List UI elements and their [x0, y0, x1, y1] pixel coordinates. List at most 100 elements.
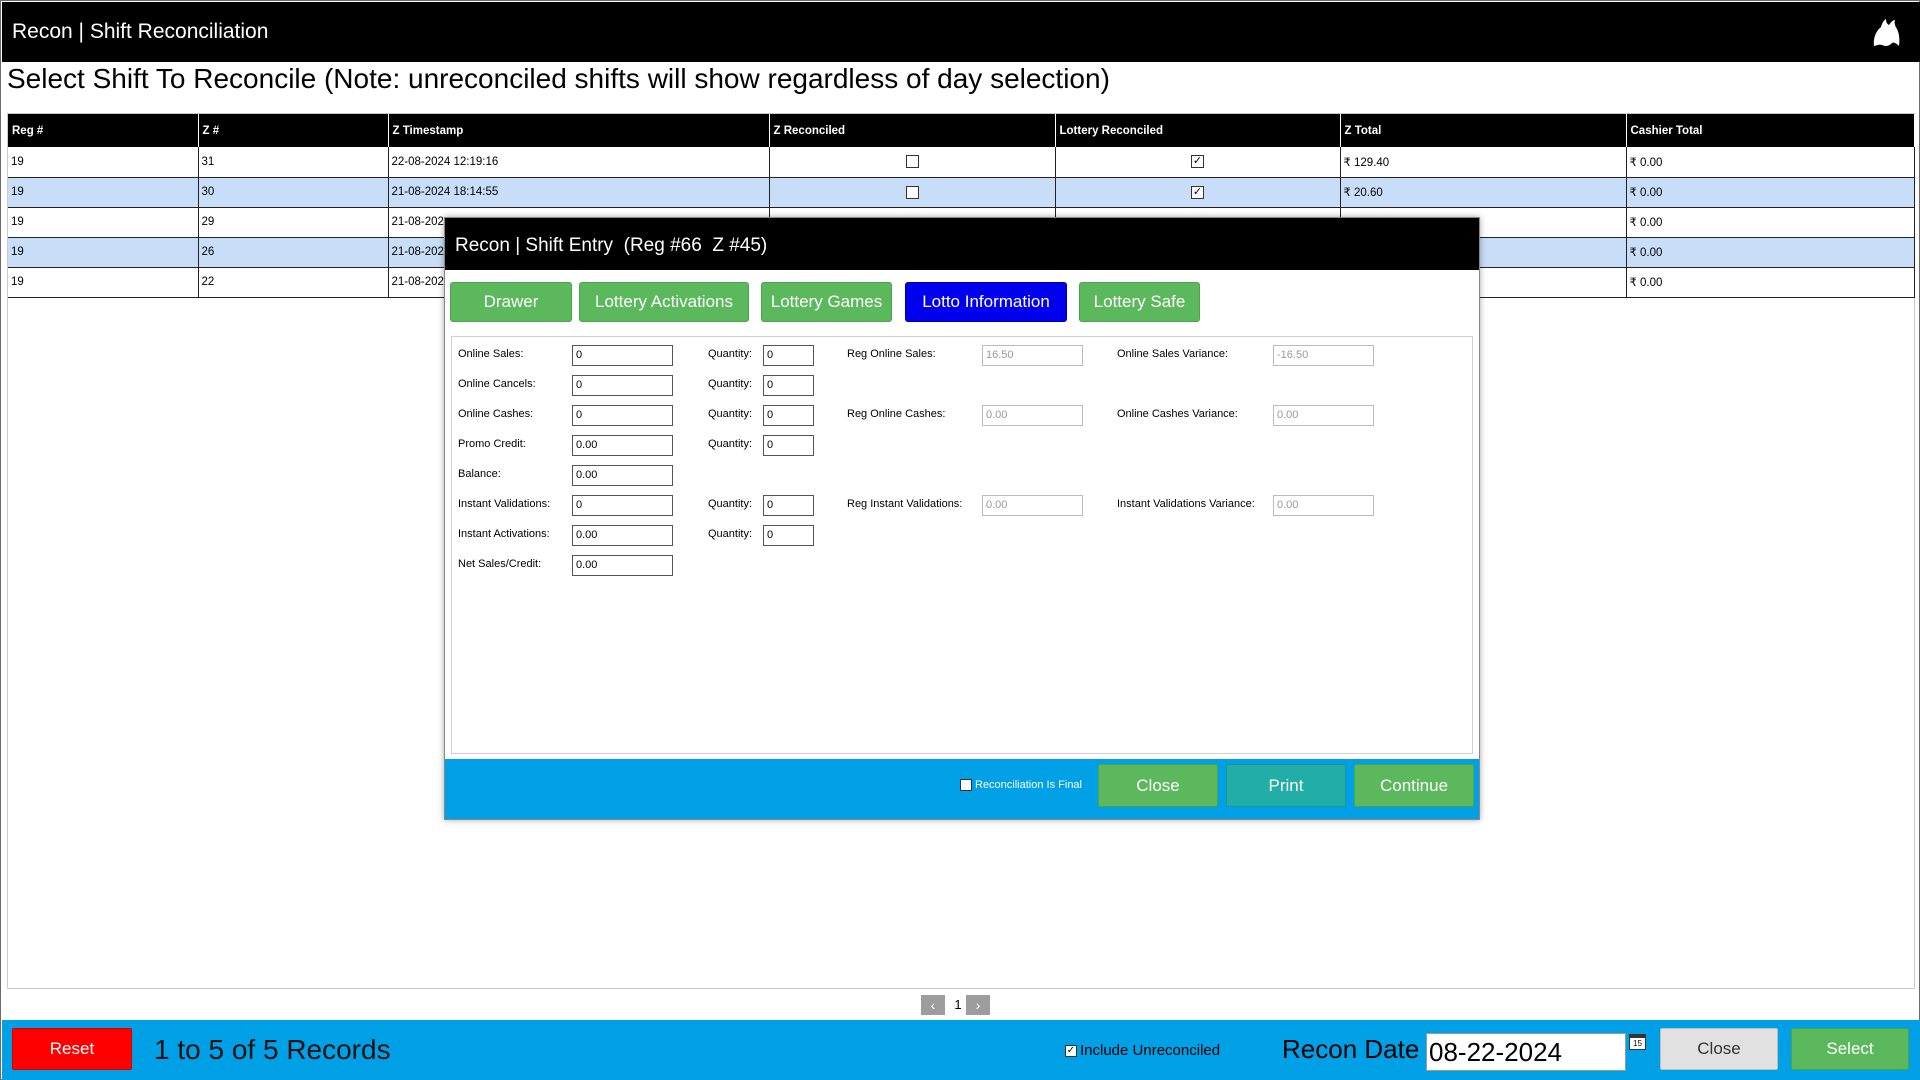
cell-z-total: ₹ 20.60: [1340, 177, 1627, 208]
window-title: Recon | Shift Reconciliation: [12, 20, 269, 43]
cell-reg: 19: [8, 177, 199, 208]
calendar-icon[interactable]: 15: [1629, 1034, 1646, 1050]
cell-z: 31: [198, 147, 389, 178]
next-page-button[interactable]: ›: [966, 995, 990, 1015]
shift-entry-dialog: Recon | Shift Entry (Reg #66 Z #45) Draw…: [444, 217, 1480, 820]
z-reconciled-checkbox[interactable]: [905, 155, 919, 169]
recon-date-label: Recon Date :: [1282, 1034, 1434, 1064]
include-unreconciled-toggle[interactable]: ✓ Include Unreconciled: [1065, 1042, 1220, 1059]
app-window: Recon | Shift Reconciliation Select Shif…: [0, 0, 1920, 1080]
quantity-label: Quantity:: [708, 378, 753, 390]
reg-instant-validations-label: Reg Instant Validations:: [847, 498, 963, 510]
online-sales-label: Online Sales:: [458, 348, 524, 360]
z-reconciled-checkbox[interactable]: [905, 185, 919, 199]
reconciliation-final-checkbox[interactable]: [960, 779, 972, 792]
page-heading: Select Shift To Reconcile (Note: unrecon…: [7, 63, 1110, 94]
cell-z: 30: [198, 177, 389, 208]
page-number[interactable]: 1: [951, 997, 965, 1012]
instant-validations-variance-label: Instant Validations Variance:: [1117, 498, 1255, 510]
reg-online-sales-label: Reg Online Sales:: [847, 348, 936, 360]
online-cashes-variance-field: 0.00: [1273, 405, 1374, 426]
tab-lottery-safe[interactable]: Lottery Safe: [1079, 282, 1200, 322]
promo-credit-input[interactable]: 0.00: [572, 435, 673, 456]
dialog-footer: Reconciliation Is Final Close Print Cont…: [445, 759, 1479, 819]
recon-date-input[interactable]: 08-22-2024: [1426, 1033, 1626, 1071]
records-count: 1 to 5 of 5 Records: [154, 1034, 391, 1065]
reg-online-cashes-field: 0.00: [982, 405, 1083, 426]
instant-validations-quantity-input[interactable]: 0: [763, 495, 814, 516]
cell-reg: 19: [8, 267, 199, 298]
column-header[interactable]: Z Total: [1340, 114, 1627, 147]
app-logo-icon: [1873, 19, 1900, 46]
column-header[interactable]: Z #: [198, 114, 389, 147]
title-bar: Recon | Shift Reconciliation: [2, 2, 1920, 62]
calendar-day: 15: [1633, 1039, 1642, 1048]
grid-header-row: Reg # Z # Z Timestamp Z Reconciled Lotte…: [8, 114, 1915, 147]
column-header[interactable]: Z Timestamp: [388, 114, 770, 147]
tab-lottery-activations[interactable]: Lottery Activations: [579, 282, 749, 322]
bottom-bar: Reset 1 to 5 of 5 Records ✓ Include Unrec…: [2, 1020, 1920, 1080]
net-sales-credit-input[interactable]: 0.00: [572, 555, 673, 576]
cell-timestamp: 22-08-2024 12:19:16: [388, 147, 770, 178]
lottery-reconciled-checkbox[interactable]: ✓: [1191, 155, 1204, 169]
column-header[interactable]: Lottery Reconciled: [1055, 114, 1341, 147]
cell-cashier-total: ₹ 0.00: [1626, 207, 1915, 238]
cell-z-total: ₹ 129.40: [1340, 147, 1627, 178]
continue-button[interactable]: Continue: [1354, 764, 1474, 807]
column-header[interactable]: Cashier Total: [1626, 114, 1915, 147]
quantity-label: Quantity:: [708, 348, 753, 360]
dialog-close-button[interactable]: Close: [1098, 764, 1218, 807]
instant-validations-variance-field: 0.00: [1273, 495, 1374, 516]
reconciliation-final-label: Reconciliation Is Final: [975, 779, 1082, 791]
tab-lotto-information[interactable]: Lotto Information: [905, 282, 1067, 322]
instant-validations-input[interactable]: 0: [572, 495, 673, 516]
dialog-title: Recon | Shift Entry (Reg #66 Z #45): [455, 235, 768, 256]
promo-credit-label: Promo Credit:: [458, 438, 526, 450]
online-cancels-label: Online Cancels:: [458, 378, 536, 390]
net-sales-credit-label: Net Sales/Credit:: [458, 558, 542, 570]
close-button[interactable]: Close: [1660, 1028, 1778, 1070]
online-cashes-quantity-input[interactable]: 0: [763, 405, 814, 426]
online-sales-quantity-input[interactable]: 0: [763, 345, 814, 366]
column-header[interactable]: Reg #: [8, 114, 199, 147]
cell-reg: 19: [8, 147, 199, 178]
reconciliation-final-toggle[interactable]: Reconciliation Is Final: [960, 779, 1082, 792]
quantity-label: Quantity:: [708, 438, 753, 450]
table-row[interactable]: 19 30 21-08-2024 18:14:55 ✓ ₹ 20.60 ₹ 0.…: [8, 177, 1915, 208]
instant-activations-input[interactable]: 0.00: [572, 525, 673, 546]
cell-cashier-total: ₹ 0.00: [1626, 237, 1915, 268]
tab-lottery-games[interactable]: Lottery Games: [761, 282, 892, 322]
cell-cashier-total: ₹ 0.00: [1626, 147, 1915, 178]
instant-activations-quantity-input[interactable]: 0: [763, 525, 814, 546]
reg-online-sales-field: 16.50: [982, 345, 1083, 366]
online-cashes-input[interactable]: 0: [572, 405, 673, 426]
prev-page-button[interactable]: ‹: [921, 995, 945, 1015]
reg-instant-validations-field: 0.00: [982, 495, 1083, 516]
cell-cashier-total: ₹ 0.00: [1626, 267, 1915, 298]
promo-credit-quantity-input[interactable]: 0: [763, 435, 814, 456]
online-cancels-quantity-input[interactable]: 0: [763, 375, 814, 396]
quantity-label: Quantity:: [708, 528, 753, 540]
include-unreconciled-checkbox[interactable]: ✓: [1065, 1045, 1077, 1058]
cell-cashier-total: ₹ 0.00: [1626, 177, 1915, 208]
table-row[interactable]: 19 31 22-08-2024 12:19:16 ✓ ₹ 129.40 ₹ 0…: [8, 147, 1915, 178]
print-button[interactable]: Print: [1226, 764, 1346, 807]
online-sales-variance-label: Online Sales Variance:: [1117, 348, 1229, 360]
tab-drawer[interactable]: Drawer: [450, 282, 572, 322]
cell-z: 29: [198, 207, 389, 238]
cell-reg: 19: [8, 207, 199, 238]
instant-validations-label: Instant Validations:: [458, 498, 551, 510]
include-unreconciled-label: Include Unreconciled: [1080, 1042, 1221, 1059]
online-cancels-input[interactable]: 0: [572, 375, 673, 396]
reset-button[interactable]: Reset: [12, 1028, 132, 1070]
quantity-label: Quantity:: [708, 498, 753, 510]
balance-label: Balance:: [458, 468, 501, 480]
column-header[interactable]: Z Reconciled: [769, 114, 1056, 147]
select-button[interactable]: Select: [1791, 1028, 1909, 1070]
cell-timestamp: 21-08-2024 18:14:55: [388, 177, 770, 208]
lottery-reconciled-checkbox[interactable]: ✓: [1191, 185, 1204, 199]
lotto-information-panel: Online Sales: Online Cancels: Online Cas…: [451, 336, 1473, 754]
online-sales-input[interactable]: 0: [572, 345, 673, 366]
balance-input[interactable]: 0.00: [572, 465, 673, 486]
online-sales-variance-field: -16.50: [1273, 345, 1374, 366]
